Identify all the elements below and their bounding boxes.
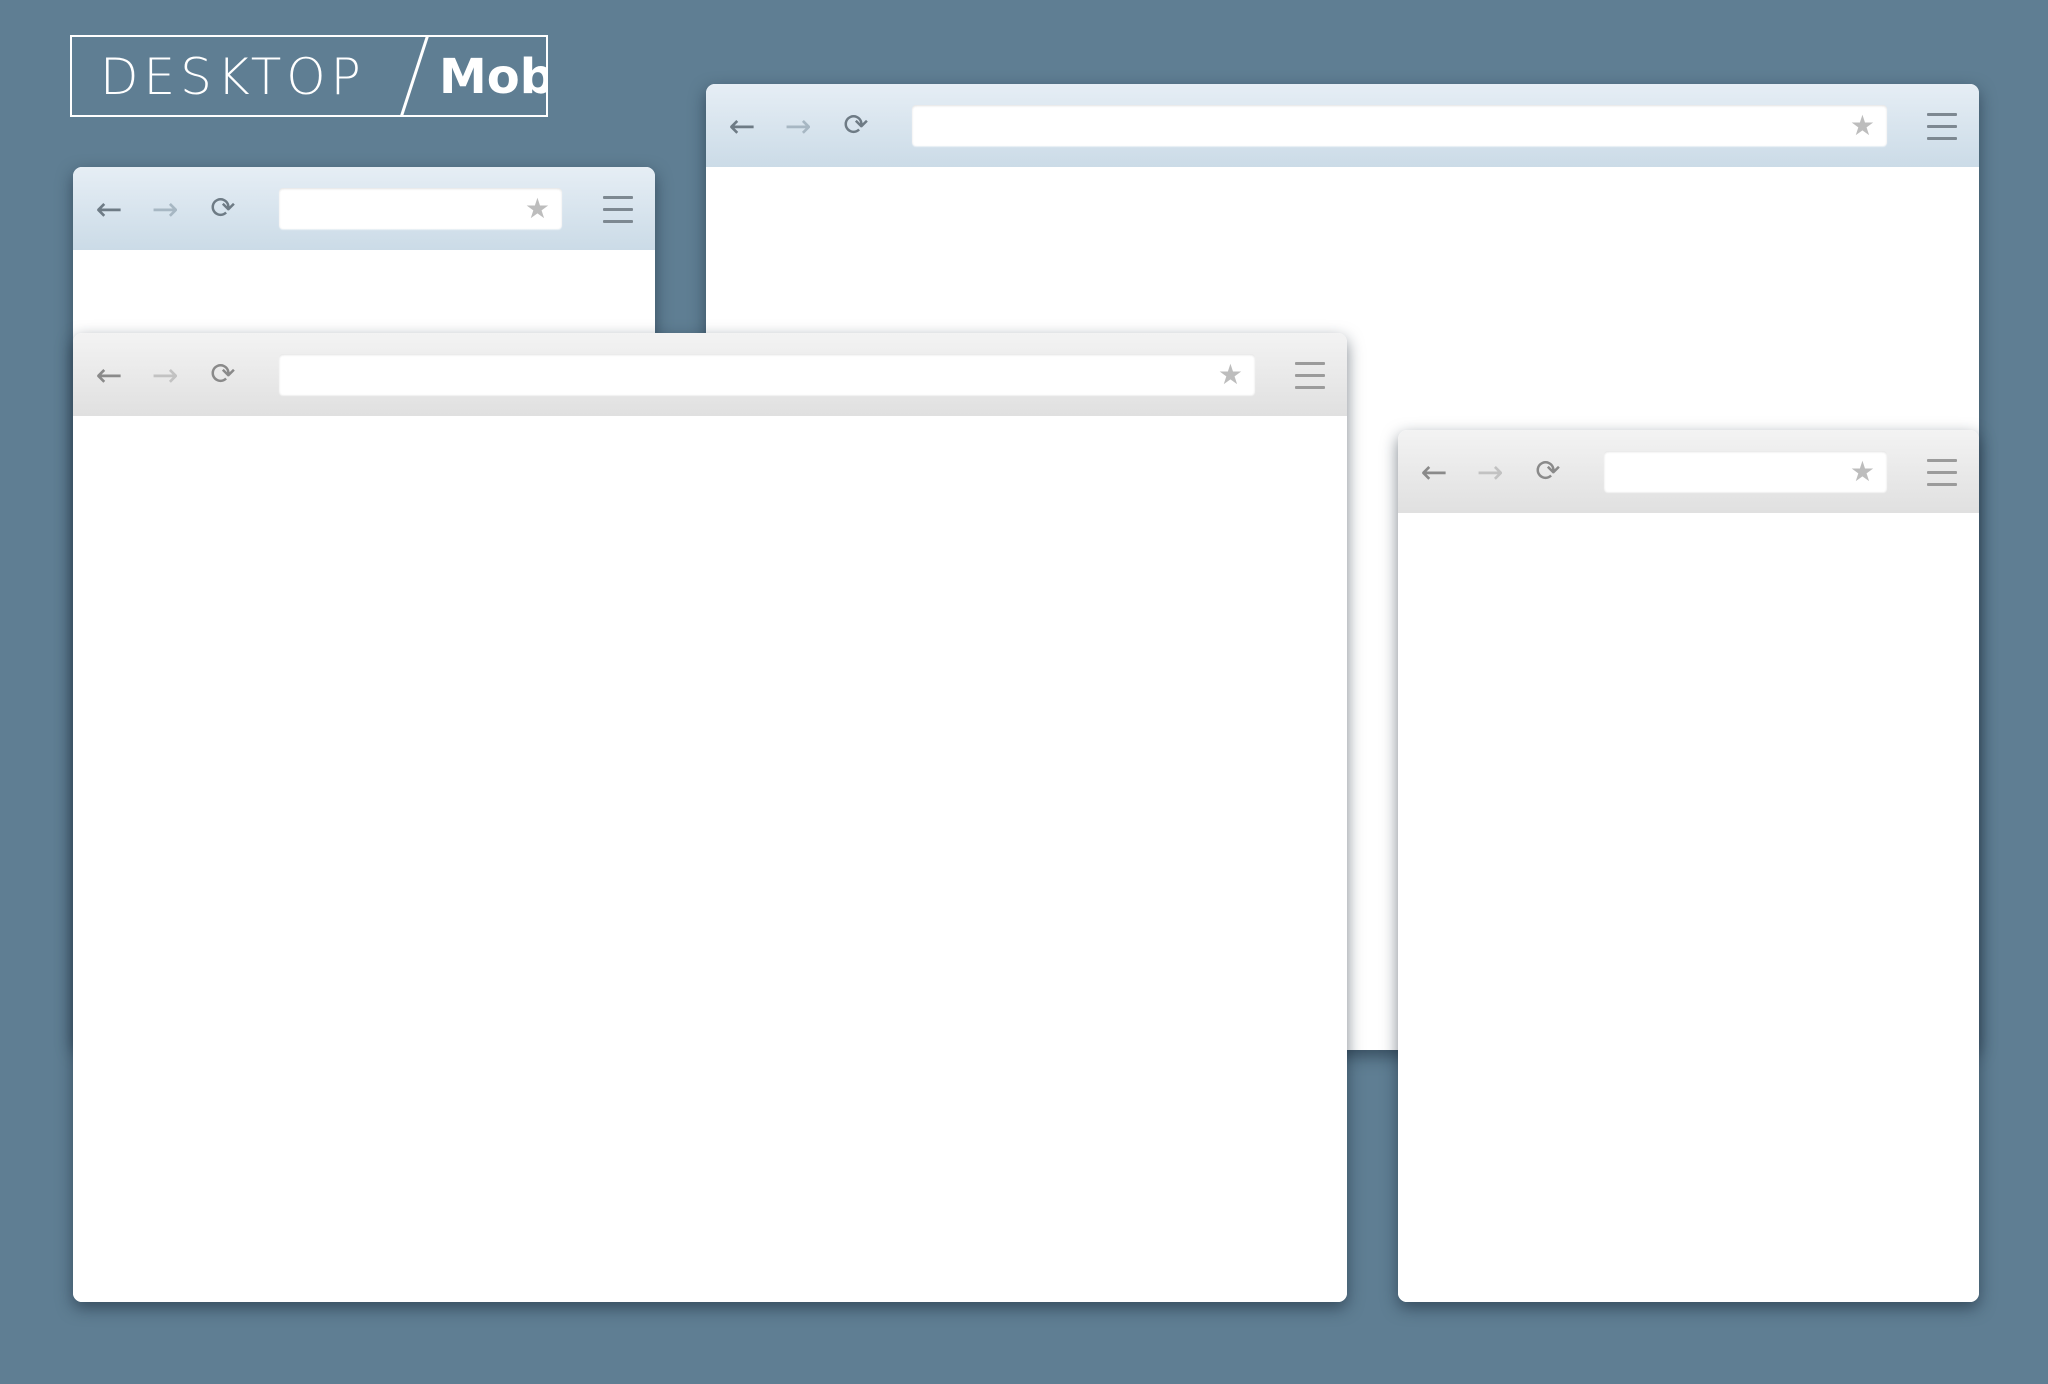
- logo-desktop-text: DESKTOP: [100, 48, 366, 106]
- address-bar[interactable]: ★: [279, 188, 562, 229]
- back-arrow-icon[interactable]: ←: [720, 84, 764, 167]
- large-gray-window: ← → ⟳ ★: [73, 333, 1347, 1302]
- address-bar[interactable]: ★: [912, 105, 1887, 146]
- hamburger-menu-icon[interactable]: [1927, 457, 1957, 487]
- bookmark-star-icon[interactable]: ★: [1218, 354, 1243, 395]
- reload-icon[interactable]: ⟳: [201, 333, 245, 416]
- logo: DESKTOP Mobile: [70, 35, 548, 117]
- browser-toolbar: ← → ⟳ ★: [73, 333, 1347, 416]
- forward-arrow-icon[interactable]: →: [143, 167, 187, 250]
- page-content-area: [1398, 513, 1979, 1302]
- address-bar[interactable]: ★: [1604, 451, 1887, 492]
- forward-arrow-icon[interactable]: →: [1468, 430, 1512, 513]
- bookmark-star-icon[interactable]: ★: [1850, 105, 1875, 146]
- reload-icon[interactable]: ⟳: [1526, 430, 1570, 513]
- address-bar[interactable]: ★: [279, 354, 1255, 395]
- reload-icon[interactable]: ⟳: [201, 167, 245, 250]
- back-arrow-icon[interactable]: ←: [87, 333, 131, 416]
- hamburger-menu-icon[interactable]: [603, 194, 633, 224]
- browser-toolbar: ← → ⟳ ★: [706, 84, 1979, 167]
- back-arrow-icon[interactable]: ←: [87, 167, 131, 250]
- back-arrow-icon[interactable]: ←: [1412, 430, 1456, 513]
- forward-arrow-icon[interactable]: →: [143, 333, 187, 416]
- logo-mobile-text: Mobile: [439, 49, 548, 105]
- reload-icon[interactable]: ⟳: [834, 84, 878, 167]
- browser-toolbar: ← → ⟳ ★: [73, 167, 655, 250]
- small-gray-window: ← → ⟳ ★: [1398, 430, 1979, 1302]
- hamburger-menu-icon[interactable]: [1927, 111, 1957, 141]
- page-content-area: [73, 416, 1347, 1302]
- logo-slash-divider: [397, 37, 430, 115]
- forward-arrow-icon[interactable]: →: [776, 84, 820, 167]
- bookmark-star-icon[interactable]: ★: [525, 188, 550, 229]
- hamburger-menu-icon[interactable]: [1295, 360, 1325, 390]
- browser-toolbar: ← → ⟳ ★: [1398, 430, 1979, 513]
- bookmark-star-icon[interactable]: ★: [1850, 451, 1875, 492]
